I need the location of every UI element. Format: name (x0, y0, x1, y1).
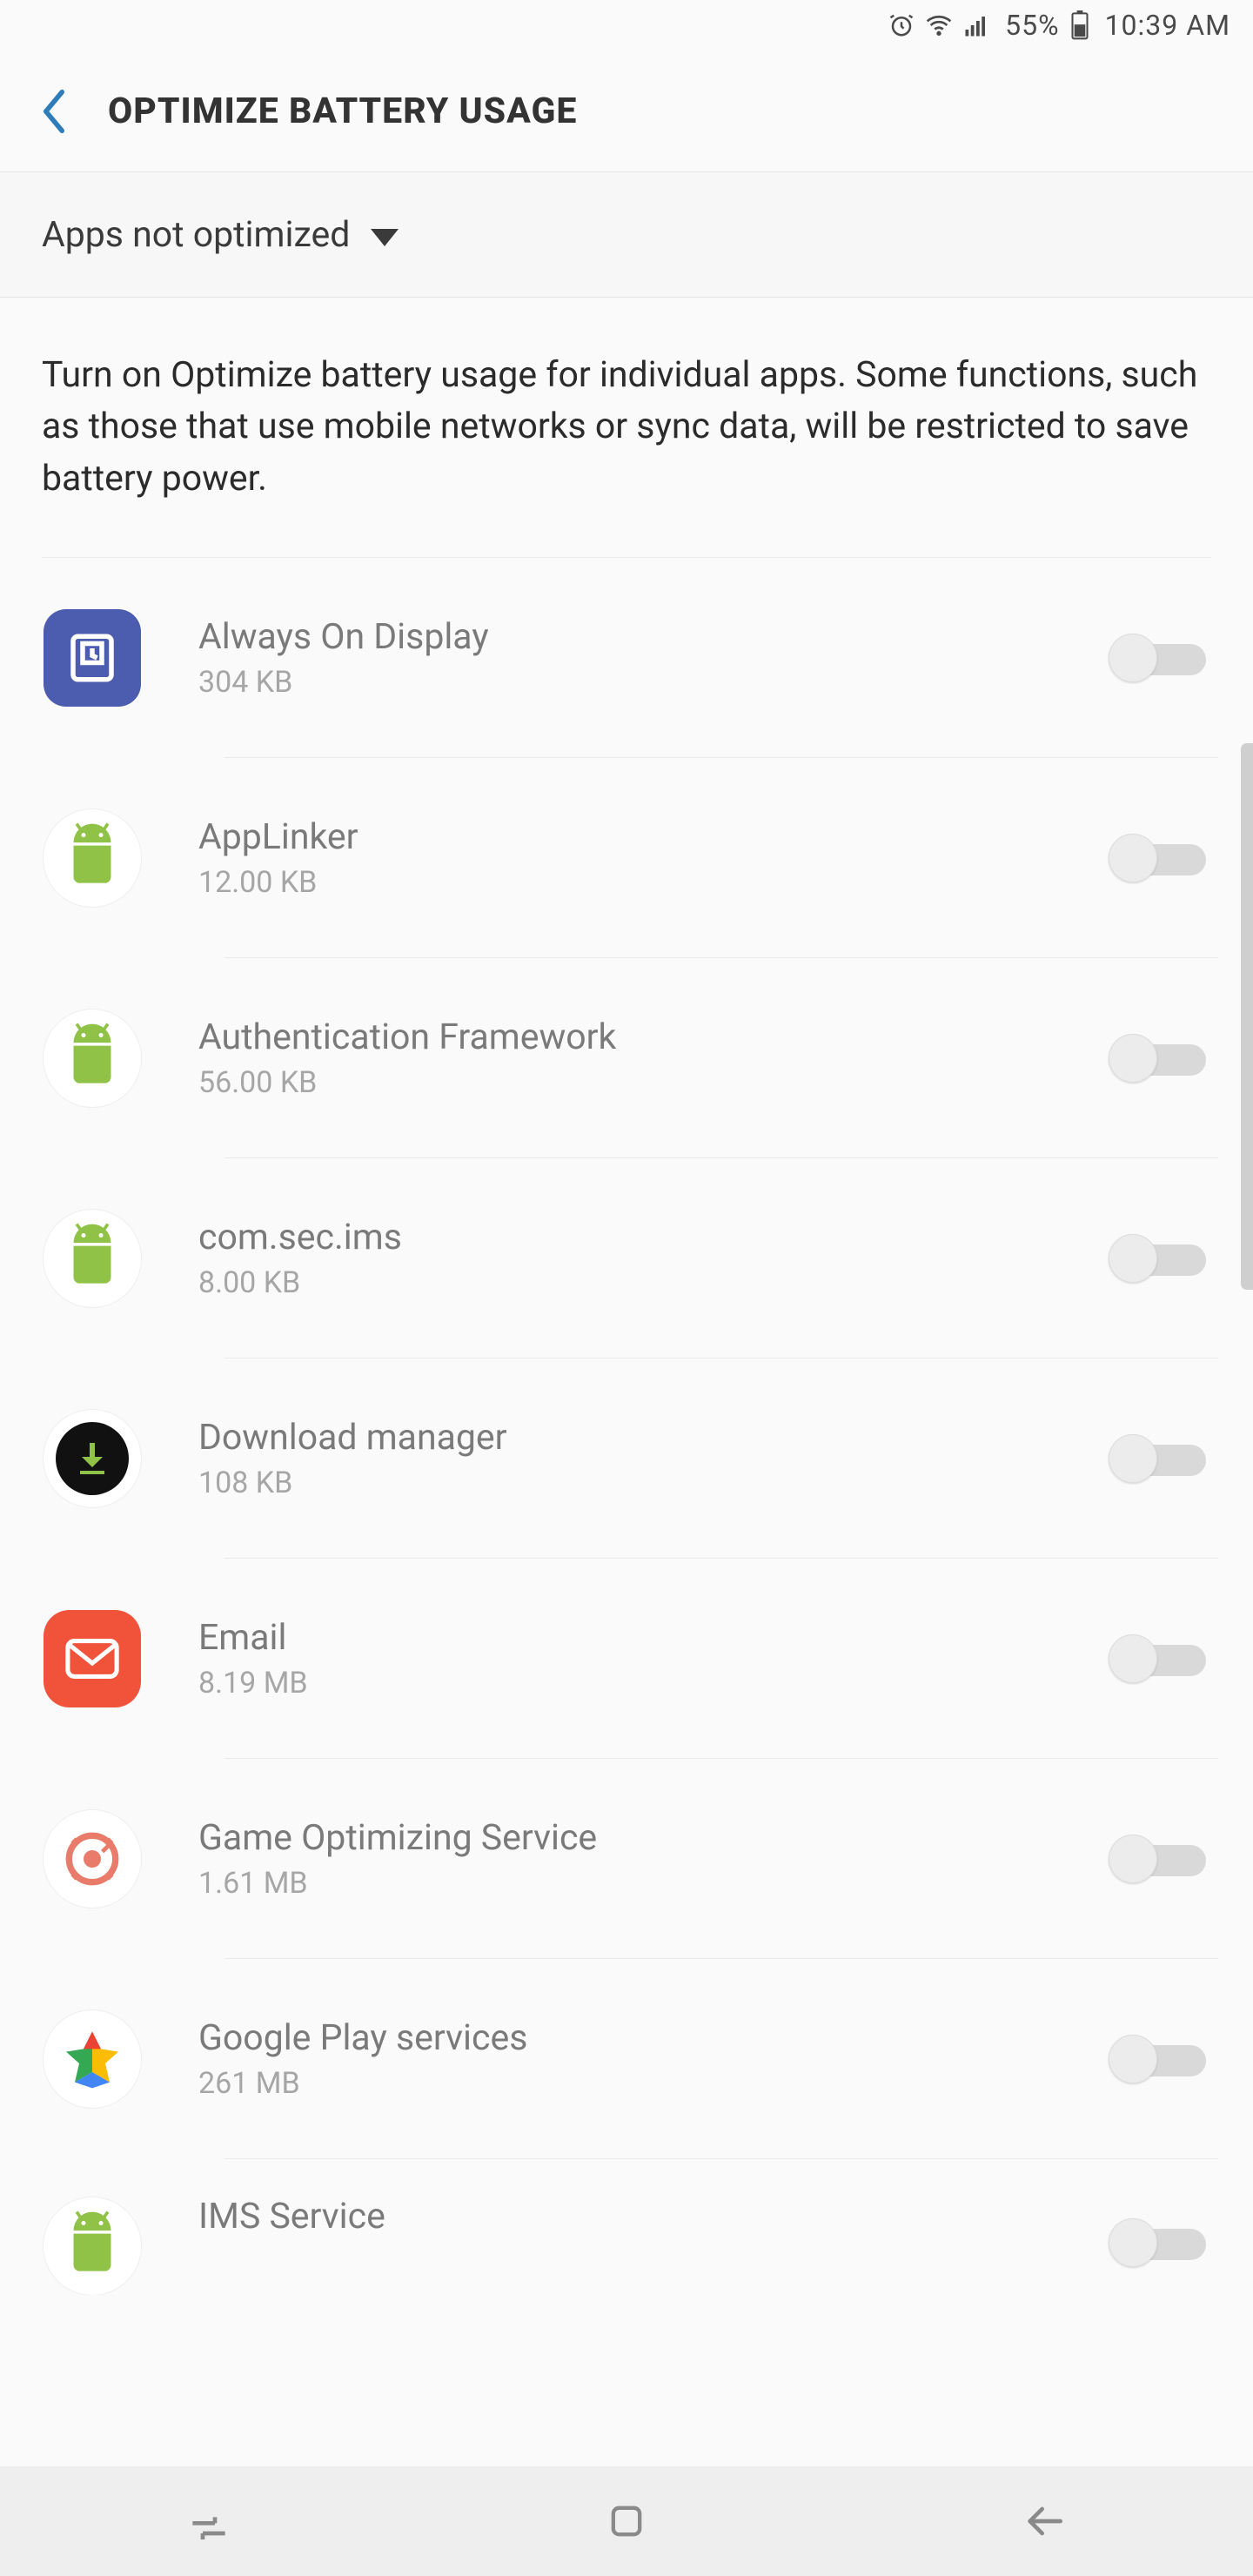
description-text: Turn on Optimize battery usage for indiv… (0, 298, 1253, 557)
alarm-icon (888, 12, 915, 38)
play-services-icon (44, 2010, 141, 2108)
list-item: IMS Service (35, 2159, 1218, 2295)
app-size: 56.00 KB (198, 1065, 1109, 1100)
battery-percent: 55% (1005, 9, 1059, 42)
app-size: 1.61 MB (198, 1866, 1109, 1901)
filter-dropdown[interactable]: Apps not optimized (0, 172, 1253, 298)
app-size: 261 MB (198, 2066, 1109, 2101)
app-size: 8.00 KB (198, 1265, 1109, 1300)
wifi-icon (925, 11, 953, 39)
header-bar: OPTIMIZE BATTERY USAGE (0, 50, 1253, 172)
app-name: com.sec.ims (198, 1217, 1109, 1258)
app-name: Authentication Framework (198, 1016, 1109, 1058)
home-button[interactable] (592, 2486, 661, 2556)
email-icon (44, 1610, 141, 1707)
toggle-switch[interactable] (1109, 1833, 1206, 1885)
android-icon (44, 1210, 141, 1307)
list-item: com.sec.ims 8.00 KB (35, 1158, 1218, 1358)
status-bar: 55% 10:39 AM (0, 0, 1253, 50)
app-size: 108 KB (198, 1466, 1109, 1500)
filter-label: Apps not optimized (42, 214, 350, 256)
caret-down-icon (371, 229, 399, 246)
app-name: Game Optimizing Service (198, 1817, 1109, 1859)
android-icon (44, 1010, 141, 1107)
list-item: Email 8.19 MB (35, 1559, 1218, 1759)
app-name: Download manager (198, 1417, 1109, 1459)
app-name: Always On Display (198, 616, 1109, 658)
list-item: Google Play services 261 MB (35, 1959, 1218, 2159)
scroll-indicator[interactable] (1241, 743, 1253, 1290)
app-size: 12.00 KB (198, 865, 1109, 900)
toggle-switch[interactable] (1109, 1633, 1206, 1685)
app-size: 304 KB (198, 665, 1109, 700)
list-item: Always On Display 304 KB (35, 558, 1218, 758)
recents-button[interactable] (174, 2486, 244, 2556)
navigation-bar (0, 2466, 1253, 2576)
signal-icon (963, 12, 989, 38)
list-item: Authentication Framework 56.00 KB (35, 958, 1218, 1158)
app-size: 8.19 MB (198, 1666, 1109, 1701)
app-name: IMS Service (198, 2196, 1109, 2237)
app-name: Email (198, 1617, 1109, 1659)
toggle-switch[interactable] (1109, 1432, 1206, 1485)
back-nav-button[interactable] (1009, 2486, 1079, 2556)
game-optimizing-icon (44, 1810, 141, 1908)
toggle-switch[interactable] (1109, 832, 1206, 884)
android-icon (44, 2197, 141, 2295)
list-item: Download manager 108 KB (35, 1358, 1218, 1559)
battery-icon (1070, 10, 1089, 40)
list-item: AppLinker 12.00 KB (35, 758, 1218, 958)
status-time: 10:39 AM (1105, 9, 1230, 42)
app-name: AppLinker (198, 816, 1109, 858)
app-list: Always On Display 304 KB AppLinker 12.00… (0, 557, 1253, 2295)
toggle-switch[interactable] (1109, 1232, 1206, 1285)
back-button[interactable] (35, 92, 73, 131)
download-icon (44, 1410, 141, 1507)
aod-icon (44, 609, 141, 707)
android-icon (44, 809, 141, 907)
list-item: Game Optimizing Service 1.61 MB (35, 1759, 1218, 1959)
toggle-switch[interactable] (1109, 2033, 1206, 2085)
toggle-switch[interactable] (1109, 632, 1206, 684)
toggle-switch[interactable] (1109, 2217, 1206, 2269)
page-title: OPTIMIZE BATTERY USAGE (108, 91, 577, 132)
toggle-switch[interactable] (1109, 1032, 1206, 1084)
app-name: Google Play services (198, 2017, 1109, 2059)
